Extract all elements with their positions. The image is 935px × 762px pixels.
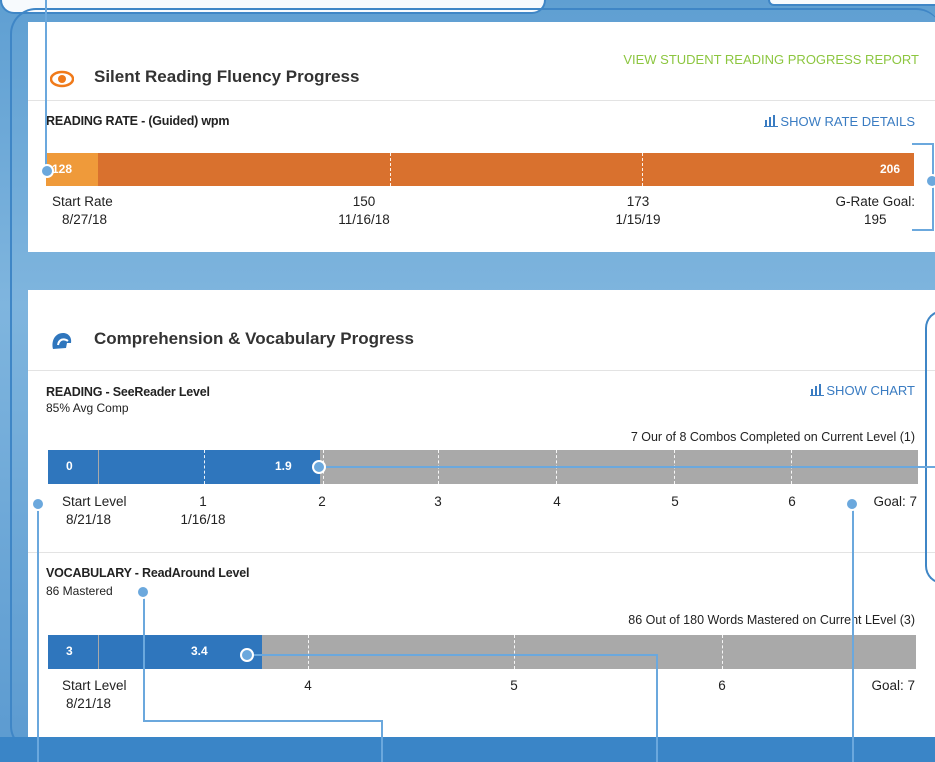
callout-line	[143, 592, 145, 722]
vocab-current-value: 3.4	[191, 644, 208, 658]
tick-label: 1	[199, 494, 207, 509]
bar-chart-icon	[764, 115, 779, 127]
bottom-band	[0, 737, 935, 762]
combos-completed: 7 Our of 8 Combos Completed on Current L…	[630, 430, 915, 444]
rate-mark-date: 1/15/19	[615, 212, 661, 227]
callout-line	[656, 654, 658, 762]
callout-dot	[136, 585, 150, 599]
callout-line	[381, 720, 383, 762]
vocab-tick	[722, 635, 723, 669]
fluency-panel: Silent Reading Fluency Progress VIEW STU…	[28, 22, 935, 252]
callout-line	[143, 720, 383, 722]
eye-icon	[50, 70, 74, 88]
reading-tick-5: 5	[671, 494, 679, 509]
fluency-title: Silent Reading Fluency Progress	[94, 67, 360, 86]
vocab-bar-start	[48, 635, 98, 669]
show-chart-link[interactable]: SHOW CHART	[810, 383, 915, 398]
rate-mark-goal: G-Rate Goal: 195	[835, 194, 915, 227]
callout-line	[912, 229, 934, 231]
callout-line	[248, 654, 658, 656]
reading-rate-bar: 128 206	[46, 153, 914, 186]
reading-avg-comp: 85% Avg Comp	[46, 401, 129, 415]
top-right-callout	[768, 0, 935, 6]
comprehension-title: Comprehension & Vocabulary Progress	[94, 329, 414, 348]
rate-end-value: 206	[879, 162, 900, 176]
rate-bar-fill	[46, 153, 914, 186]
callout-dot	[240, 648, 254, 662]
start-level-date: 8/21/18	[66, 696, 112, 711]
tick-date: 1/16/18	[180, 512, 226, 527]
reading-tick-6: 6	[788, 494, 796, 509]
rate-mark-173: 173 1/15/19	[598, 194, 678, 227]
vocabulary-mastered: 86 Mastered	[46, 584, 113, 598]
fluency-header: Silent Reading Fluency Progress VIEW STU…	[28, 22, 935, 101]
rate-mark-date: 195	[863, 212, 887, 227]
show-rate-details-link[interactable]: SHOW RATE DETAILS	[764, 114, 915, 129]
rate-mark-date: 8/27/18	[62, 212, 108, 227]
comprehension-panel: Comprehension & Vocabulary Progress READ…	[28, 290, 935, 738]
vocab-tick-5: 5	[510, 678, 518, 693]
reading-bar-start	[48, 450, 98, 484]
vocab-start-value: 3	[66, 644, 73, 658]
reading-current-value: 1.9	[275, 459, 292, 473]
vocab-tick-4: 4	[304, 678, 312, 693]
rate-mark-label: G-Rate Goal:	[835, 194, 915, 209]
reading-rate-label: READING RATE - (Guided) wpm	[46, 114, 230, 128]
reading-start-level: Start Level 8/21/18	[62, 494, 127, 527]
vocab-goal: Goal: 7	[871, 678, 915, 693]
reading-goal: Goal: 7	[873, 494, 917, 509]
rate-tick	[390, 153, 391, 186]
vocabulary-level-label: VOCABULARY - ReadAround Level	[46, 566, 250, 580]
callout-dot	[925, 174, 935, 188]
rate-start-value: 128	[52, 162, 73, 176]
rate-mark-150: 150 11/16/18	[324, 194, 404, 227]
callout-line	[852, 504, 854, 762]
reading-tick-1: 1 1/16/18	[178, 494, 228, 527]
vocab-bar-progress	[99, 635, 262, 669]
start-level-date: 8/21/18	[66, 512, 112, 527]
view-report-link[interactable]: VIEW STUDENT READING PROGRESS REPORT	[623, 52, 919, 67]
reading-tick	[204, 450, 205, 484]
rate-tick	[642, 153, 643, 186]
vocabulary-level-bar: 3 3.4	[48, 635, 916, 669]
callout-dot	[312, 460, 326, 474]
show-chart-label: SHOW CHART	[826, 383, 915, 398]
callout-line	[45, 0, 47, 170]
comprehension-header: Comprehension & Vocabulary Progress	[28, 290, 935, 371]
vocab-tick	[514, 635, 515, 669]
rate-mark-start: Start Rate 8/27/18	[52, 194, 113, 227]
rate-mark-label: 150	[352, 194, 376, 209]
callout-dot	[845, 497, 859, 511]
start-level-label: Start Level	[62, 494, 127, 509]
start-level-label: Start Level	[62, 678, 127, 693]
show-rate-details-label: SHOW RATE DETAILS	[780, 114, 915, 129]
reading-level-label: READING - SeeReader Level	[46, 385, 210, 399]
callout-line	[912, 143, 934, 145]
vocab-tick-6: 6	[718, 678, 726, 693]
callout-line	[37, 504, 39, 762]
reading-tick-2: 2	[318, 494, 326, 509]
callout-line	[320, 466, 935, 468]
section-divider	[28, 552, 935, 553]
bar-chart-icon	[810, 384, 825, 396]
rate-mark-label: 173	[626, 194, 650, 209]
vocab-tick	[308, 635, 309, 669]
reading-tick-3: 3	[434, 494, 442, 509]
callout-dot	[31, 497, 45, 511]
callout-dot	[40, 164, 54, 178]
reading-start-value: 0	[66, 459, 73, 473]
rate-mark-label: Start Rate	[52, 194, 113, 209]
reading-tick-4: 4	[553, 494, 561, 509]
right-callout	[925, 310, 935, 584]
vocab-start-level: Start Level 8/21/18	[62, 678, 127, 711]
words-mastered: 86 Out of 180 Words Mastered on Current …	[628, 613, 915, 627]
rate-mark-date: 11/16/18	[338, 212, 390, 227]
head-icon	[52, 333, 72, 349]
